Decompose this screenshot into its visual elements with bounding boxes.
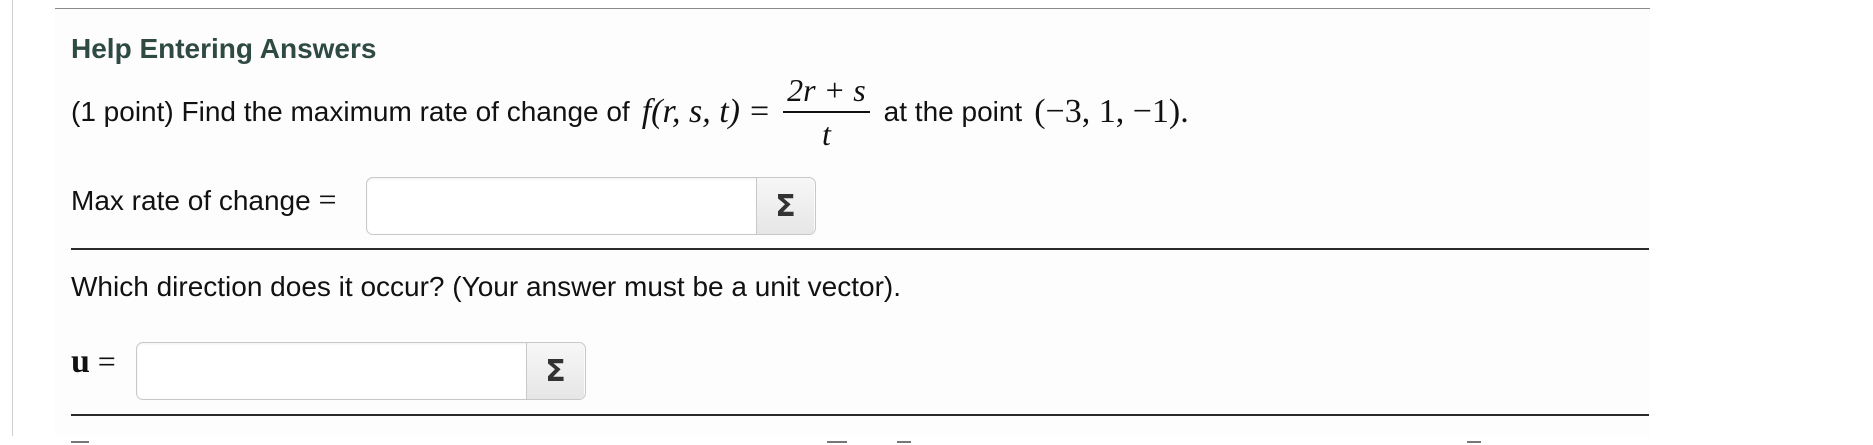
- divider-2: [71, 414, 1649, 416]
- cropped-fragment: [71, 441, 89, 443]
- problem-panel: Help Entering Answers (1 point) Find the…: [55, 8, 1650, 443]
- function-name: f: [641, 93, 652, 130]
- cropped-fragment: [827, 441, 847, 443]
- problem-middle-text: at the point: [883, 96, 1023, 127]
- unit-vector-equals: =: [97, 343, 116, 379]
- unit-vector-equation-editor-button[interactable]: Σ: [526, 343, 584, 399]
- fraction-numerator: 2r + s: [787, 72, 866, 108]
- point-coordinates: (−3, 1, −1).: [1034, 93, 1189, 130]
- cropped-fragment: [897, 441, 911, 443]
- unit-vector-answer-group: Σ: [136, 342, 586, 400]
- max-rate-equals: =: [318, 181, 337, 217]
- unit-vector-label: u =: [71, 343, 116, 381]
- max-rate-equation-editor-button[interactable]: Σ: [756, 178, 814, 234]
- function-expression: f(r, s, t): [642, 93, 740, 131]
- fraction: 2r + s t: [783, 69, 870, 155]
- sigma-icon: Σ: [545, 353, 566, 389]
- page-left-border: [12, 0, 13, 436]
- cropped-fragment: [1467, 441, 1481, 443]
- equals-sign: =: [749, 93, 770, 130]
- unit-vector-symbol: u: [71, 343, 90, 380]
- problem-prefix: (1 point) Find the maximum rate of chang…: [71, 96, 630, 127]
- fraction-denominator: t: [821, 116, 831, 152]
- unit-vector-input[interactable]: [137, 343, 526, 399]
- problem-statement: (1 point) Find the maximum rate of chang…: [71, 67, 1189, 157]
- sigma-icon: Σ: [775, 188, 796, 224]
- divider-1: [71, 248, 1649, 250]
- function-args: (r, s, t): [651, 93, 740, 130]
- help-entering-answers-link[interactable]: Help Entering Answers: [71, 33, 376, 65]
- max-rate-label: Max rate of change =: [71, 181, 337, 218]
- direction-question: Which direction does it occur? (Your ans…: [71, 271, 902, 302]
- max-rate-answer-group: Σ: [366, 177, 816, 235]
- cropped-next-line: [55, 439, 1650, 445]
- max-rate-input[interactable]: [367, 178, 756, 234]
- max-rate-label-text: Max rate of change: [71, 185, 311, 216]
